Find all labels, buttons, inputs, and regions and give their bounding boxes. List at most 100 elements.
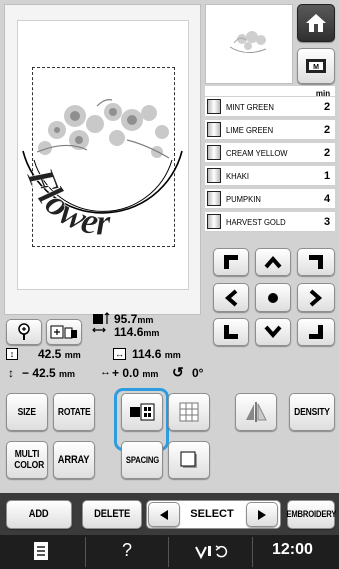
move-down-right-button[interactable] (297, 318, 335, 346)
multi-color-button[interactable]: MULTI COLOR (6, 441, 48, 479)
center-button[interactable] (255, 283, 291, 312)
vertical-size-icon: ↕ (6, 348, 18, 360)
embroidery-frame: Flower (4, 4, 201, 315)
thread-minutes: 3 (323, 215, 331, 228)
memory-icon: M (306, 59, 326, 73)
chevron-down-icon (264, 325, 282, 339)
move-left-button[interactable] (213, 283, 249, 312)
thread-minutes: 2 (323, 146, 331, 159)
thread-row[interactable]: MINT GREEN 2 (205, 97, 335, 117)
thread-spool-icon (207, 145, 221, 160)
thread-spool-icon (207, 168, 221, 183)
move-up-button[interactable] (255, 248, 291, 276)
spacing-button[interactable]: SPACING (121, 441, 163, 479)
move-down-left-button[interactable] (213, 318, 249, 346)
border-icon (130, 403, 155, 421)
memory-button[interactable]: M (297, 48, 335, 84)
help-button[interactable]: ? (117, 540, 137, 561)
add-button[interactable]: ADD (6, 500, 72, 529)
density-button[interactable]: DENSITY (289, 393, 335, 431)
vertical-size: 42.5 mm (38, 347, 81, 361)
thread-minutes: 4 (323, 192, 331, 205)
design-height: 95.7mm (114, 312, 154, 326)
status-document-button[interactable] (33, 541, 55, 563)
array-button[interactable]: ARRAY (53, 441, 95, 479)
center-dot-icon (268, 292, 278, 303)
rotation-icon: ↺ (172, 364, 184, 380)
rotate-button[interactable]: ROTATE (53, 393, 95, 431)
clock: 12:00 (272, 541, 313, 558)
thread-sensor-indicator (193, 543, 233, 561)
design-text: Flower (18, 161, 112, 244)
move-down-button[interactable] (255, 318, 291, 346)
status-divider (85, 537, 86, 567)
thread-name: HARVEST GOLD (226, 216, 286, 227)
thumbnail-design-icon (229, 31, 267, 53)
document-icon (34, 542, 48, 560)
embroidery-design: Flower (18, 99, 183, 244)
size-button[interactable]: SIZE (6, 393, 48, 431)
thread-row[interactable]: PUMPKIN 4 (205, 189, 335, 209)
move-right-button[interactable] (297, 283, 335, 312)
repeat-button[interactable] (168, 393, 210, 431)
chevron-left-icon (224, 288, 238, 307)
thread-spool-icon (207, 99, 221, 114)
magnifier-icon (18, 323, 30, 340)
thread-spool-icon (207, 191, 221, 206)
home-button[interactable] (297, 4, 335, 42)
thread-minutes: 1 (323, 169, 331, 182)
thread-row[interactable]: LIME GREEN 2 (205, 120, 335, 140)
size-icon (92, 312, 110, 333)
frame-button[interactable] (168, 441, 210, 479)
chevron-up-icon (264, 255, 282, 269)
view-mode-button[interactable] (46, 319, 82, 345)
horizontal-size: 114.6 mm (132, 347, 181, 361)
design-thumbnail (205, 4, 293, 84)
sensor-icon (195, 545, 228, 560)
view-mode-icon (50, 325, 77, 339)
border-button[interactable] (121, 393, 163, 431)
horizontal-position: + 0.0 mm (112, 366, 159, 380)
thread-minutes: 2 (323, 100, 331, 113)
thread-name: PUMPKIN (226, 193, 261, 204)
select-next-button[interactable] (246, 502, 278, 527)
status-divider (252, 537, 253, 567)
thread-name: LIME GREEN (226, 124, 274, 135)
horizontal-size-icon: ↔ (113, 348, 126, 360)
delete-button[interactable]: DELETE (82, 500, 142, 529)
thread-row[interactable]: KHAKI 1 (205, 166, 335, 186)
thread-spool-icon (207, 214, 221, 229)
svg-text:M: M (313, 64, 319, 71)
zoom-button[interactable] (6, 319, 42, 345)
select-label: SELECT (190, 508, 234, 520)
thread-row[interactable]: CREAM YELLOW 2 (205, 143, 335, 163)
corner-up-right-icon (309, 255, 323, 269)
corner-up-left-icon (224, 255, 238, 269)
mirror-icon (246, 402, 267, 422)
horizontal-position-icon: ↔ (100, 366, 111, 378)
triangle-left-icon (160, 509, 168, 520)
triangle-right-icon (258, 509, 266, 520)
chevron-right-icon (309, 288, 323, 307)
thread-spool-icon (207, 122, 221, 137)
thread-minutes: 2 (323, 123, 331, 136)
shadow-frame-icon (180, 451, 197, 468)
svg-text:Flower: Flower (18, 161, 112, 244)
corner-down-right-icon (309, 325, 323, 339)
corner-down-left-icon (224, 325, 238, 339)
thread-name: CREAM YELLOW (226, 147, 288, 158)
thread-row[interactable]: HARVEST GOLD 3 (205, 212, 335, 232)
move-up-right-button[interactable] (297, 248, 335, 276)
move-up-left-button[interactable] (213, 248, 249, 276)
thread-name: MINT GREEN (226, 101, 274, 112)
vertical-position-icon: ↕ (8, 366, 14, 380)
design-width: 114.6mm (114, 325, 160, 339)
grid-icon (179, 402, 199, 422)
embroidery-button[interactable]: EMBROIDERY (286, 500, 336, 529)
status-divider (168, 537, 169, 567)
mirror-button[interactable] (235, 393, 277, 431)
vertical-position: − 42.5 mm (22, 366, 76, 380)
home-icon (306, 14, 326, 32)
rotation-value: 0° (192, 366, 204, 380)
select-previous-button[interactable] (148, 502, 180, 527)
